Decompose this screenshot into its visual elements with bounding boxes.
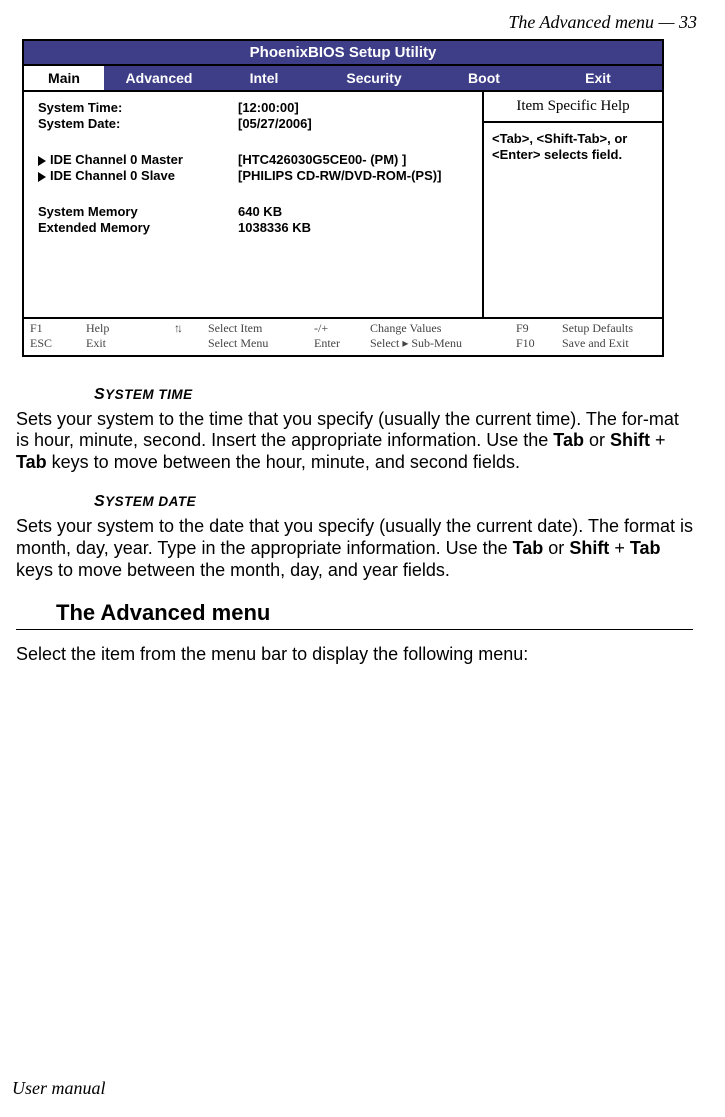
fk-select-item: Select Item [208,321,308,336]
fk-select-submenu: Select ▸ Sub-Menu [370,336,510,351]
running-header: The Advanced menu — 33 [12,12,697,33]
bios-tabs: Main Advanced Intel Security Boot Exit [24,66,662,92]
fk-help: Help [86,321,146,336]
tab-main[interactable]: Main [24,66,104,90]
triangle-right-icon [38,172,46,182]
fk-save-exit: Save and Exit [562,336,656,351]
row-date-label: System Date: [38,116,238,131]
help-title: Item Specific Help [484,92,662,123]
row-extmem-label: Extended Memory [38,220,238,235]
row-date-value[interactable]: [05/27/2006] [238,116,474,131]
tab-intel[interactable]: Intel [214,66,314,90]
bios-title: PhoenixBIOS Setup Utility [24,41,662,66]
h2-first: S [94,493,105,510]
p-b: or [584,430,610,450]
ide-slave-text: IDE Channel 0 Slave [50,168,175,183]
bios-footer: F1 Help Select Item -/+ Change Values F9… [24,317,662,355]
help-body: <Tab>, <Shift-Tab>, or <Enter> selects f… [484,123,662,172]
row-time-value[interactable]: [12:00:00] [238,100,474,115]
row-sysmem-value: 640 KB [238,204,474,219]
heading-system-date: SYSTEM DATE [94,492,693,512]
para-system-time: Sets your system to the time that you sp… [16,409,693,475]
fk-f1: F1 [30,321,80,336]
h-first: S [94,386,105,403]
fk-exit: Exit [86,336,146,351]
para-advanced-menu: Select the item from the menu bar to dis… [16,644,693,666]
fk-enter: Enter [314,336,364,351]
row-extmem-value: 1038336 KB [238,220,474,235]
p-d: keys to move between the hour, minute, a… [47,452,520,472]
row-sysmem-label: System Memory [38,204,238,219]
fk-select-menu: Select Menu [208,336,308,351]
p2-b: or [543,538,569,558]
h2-rest: YSTEM DATE [105,494,196,509]
heading-advanced-menu: The Advanced menu [56,600,693,627]
row-ide-master-value: [HTC426030G5CE00- (PM) ] [238,152,474,167]
footer-user-manual: User manual [12,1078,106,1099]
arrows-icon [152,321,202,336]
fk-f10: F10 [516,336,556,351]
h-rest: YSTEM TIME [105,387,193,402]
row-ide-slave-value: [PHILIPS CD-RW/DVD-ROM-(PS)] [238,168,474,183]
triangle-right-icon [38,156,46,166]
tab-exit[interactable]: Exit [534,66,662,90]
p2-d: keys to move between the month, day, and… [16,560,450,580]
para-system-date: Sets your system to the date that you sp… [16,516,693,582]
kw-tab2: Tab [16,452,47,472]
tab-security[interactable]: Security [314,66,434,90]
bios-help-panel: Item Specific Help <Tab>, <Shift-Tab>, o… [482,92,662,317]
kw-shift: Shift [610,430,650,450]
fk-blank [152,336,202,351]
kw-tab4: Tab [630,538,661,558]
fk-f9: F9 [516,321,556,336]
fk-esc: ESC [30,336,80,351]
heading-system-time: SYSTEM TIME [94,385,693,405]
bios-main-panel: System Time: [12:00:00] System Date: [05… [24,92,482,317]
row-ide-master-label[interactable]: IDE Channel 0 Master [38,152,238,167]
kw-tab3: Tab [513,538,544,558]
fk-setup-defaults: Setup Defaults [562,321,656,336]
tab-boot[interactable]: Boot [434,66,534,90]
kw-shift2: Shift [569,538,609,558]
ide-master-text: IDE Channel 0 Master [50,152,183,167]
section-rule [16,629,693,630]
row-time-label: System Time: [38,100,238,115]
kw-tab: Tab [553,430,584,450]
fk-plusminus: -/+ [314,321,364,336]
tab-advanced[interactable]: Advanced [104,66,214,90]
bios-screenshot: PhoenixBIOS Setup Utility Main Advanced … [22,39,664,357]
fk-change-values: Change Values [370,321,510,336]
p-c: + [650,430,666,450]
p2-c: + [609,538,630,558]
row-ide-slave-label[interactable]: IDE Channel 0 Slave [38,168,238,183]
